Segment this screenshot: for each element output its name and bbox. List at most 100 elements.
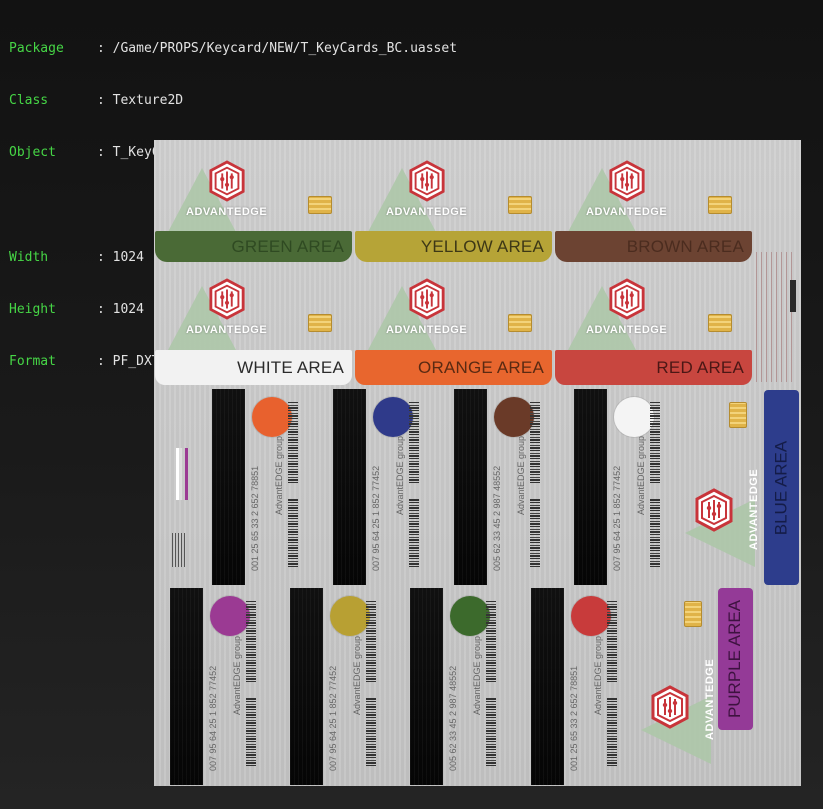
info-key: Height — [9, 301, 56, 317]
magnetic-stripe — [333, 389, 366, 585]
info-sep: : — [97, 40, 113, 56]
color-dot — [614, 397, 654, 437]
group-label: AdvantEDGE group — [472, 635, 482, 715]
magnetic-stripe — [290, 588, 323, 785]
area-band: RED AREA — [555, 350, 752, 385]
barcode — [650, 499, 660, 567]
chip-icon — [729, 402, 747, 428]
advantedge-logo-icon — [608, 278, 646, 320]
advantedge-logo-icon — [208, 160, 246, 202]
color-dot — [450, 596, 490, 636]
brand-label: ADVANTEDGE — [704, 658, 716, 740]
area-band-vertical: PURPLE AREA — [718, 588, 753, 730]
area-label: WHITE AREA — [237, 357, 344, 377]
barcode — [409, 499, 419, 567]
texture-preview: ADVANTEDGE GREEN AREA ADVANTEDGE YELLOW ARE… — [154, 140, 801, 786]
chip-icon — [708, 196, 732, 214]
barcode — [409, 401, 419, 483]
barcode — [246, 600, 256, 682]
magnetic-stripe — [454, 389, 487, 585]
brand-label: ADVANTEDGE — [748, 468, 760, 550]
barcode — [530, 499, 540, 567]
serial-code: 007 95 64 25 1 852 77452 — [328, 665, 338, 771]
area-label: GREEN AREA — [231, 236, 344, 256]
area-label: YELLOW AREA — [420, 236, 544, 256]
color-dot — [330, 596, 370, 636]
color-dot — [494, 397, 534, 437]
barcode — [288, 401, 298, 483]
info-key: Object — [9, 145, 56, 161]
group-label: AdvantEDGE group — [636, 435, 646, 515]
serial-code: 001 25 65 33 2 652 78851 — [250, 465, 260, 571]
info-key: Class — [9, 93, 49, 109]
area-label: BROWN AREA — [626, 236, 744, 256]
info-value: 1024 — [112, 249, 144, 265]
info-sep: : — [97, 354, 113, 370]
magnetic-stripe — [410, 588, 443, 785]
barcode — [607, 600, 617, 682]
barcode — [366, 698, 376, 766]
group-label: AdvantEDGE group — [352, 635, 362, 715]
group-label: AdvantEDGE group — [232, 635, 242, 715]
barcode — [486, 600, 496, 682]
color-dot — [252, 397, 292, 437]
barcode — [486, 698, 496, 766]
group-label: AdvantEDGE group — [516, 435, 526, 515]
group-label: AdvantEDGE group — [274, 435, 284, 515]
brand-label: ADVANTEDGE — [386, 206, 468, 218]
magnetic-stripe — [531, 588, 564, 785]
chip-icon — [508, 196, 532, 214]
area-band: ORANGE AREA — [355, 350, 552, 385]
color-dot — [571, 596, 611, 636]
chip-icon — [508, 314, 532, 332]
chip-icon — [308, 314, 332, 332]
serial-code: 007 95 64 25 1 852 77452 — [208, 665, 218, 771]
edge-marks — [756, 252, 796, 382]
chip-icon — [308, 196, 332, 214]
chip-icon — [708, 314, 732, 332]
advantedge-logo-icon — [694, 488, 734, 532]
barcode — [246, 698, 256, 766]
area-band-vertical: BLUE AREA — [764, 390, 799, 585]
serial-code: 005 62 33 45 2 987 48552 — [492, 465, 502, 571]
magnetic-stripe — [170, 588, 203, 785]
advantedge-logo-icon — [650, 685, 690, 729]
area-label: PURPLE AREA — [725, 599, 745, 719]
info-sep: : — [97, 93, 113, 109]
barcode-marks — [172, 533, 186, 567]
magnetic-stripe — [212, 389, 245, 585]
brand-label: ADVANTEDGE — [586, 206, 668, 218]
info-row-package: Package: /Game/PROPS/Keycard/NEW/T_KeyCa… — [9, 40, 457, 57]
serial-code: 001 25 65 33 2 652 78851 — [569, 665, 579, 771]
brand-label: ADVANTEDGE — [586, 324, 668, 336]
info-key: Width — [9, 249, 49, 265]
barcode — [607, 698, 617, 766]
serial-code: 005 62 33 45 2 987 48552 — [448, 665, 458, 771]
color-dot — [373, 397, 413, 437]
edge-marks — [790, 280, 796, 312]
barcode — [530, 401, 540, 483]
area-band: GREEN AREA — [155, 231, 352, 262]
info-sep: : — [97, 301, 113, 317]
info-value: 1024 — [112, 301, 144, 317]
area-band: YELLOW AREA — [355, 231, 552, 262]
chip-icon — [684, 601, 702, 627]
info-sep: : — [97, 145, 113, 161]
brand-label: ADVANTEDGE — [386, 324, 468, 336]
advantedge-logo-icon — [208, 278, 246, 320]
serial-code: 007 95 64 25 1 852 77452 — [612, 465, 622, 571]
group-label: AdvantEDGE group — [395, 435, 405, 515]
barcode — [288, 499, 298, 567]
area-label: RED AREA — [656, 357, 744, 377]
info-value: Texture2D — [112, 93, 184, 109]
info-value: /Game/PROPS/Keycard/NEW/T_KeyCards_BC.ua… — [112, 40, 458, 56]
barcode — [366, 600, 376, 682]
magnetic-stripe — [574, 389, 607, 585]
color-dot — [210, 596, 250, 636]
advantedge-logo-icon — [408, 160, 446, 202]
area-band: WHITE AREA — [155, 350, 352, 385]
serial-code: 007 95 64 25 1 852 77452 — [371, 465, 381, 571]
area-label: ORANGE AREA — [418, 357, 544, 377]
info-sep: : — [97, 249, 113, 265]
advantedge-logo-icon — [608, 160, 646, 202]
